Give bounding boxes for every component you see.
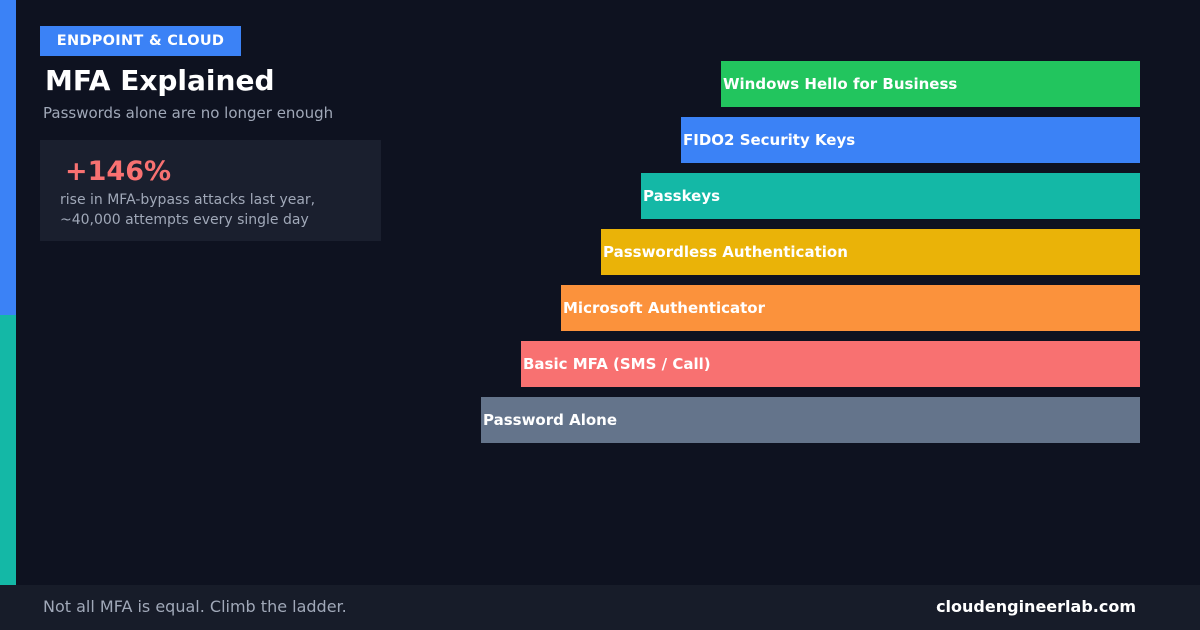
ladder-rung-label: Passwordless Authentication xyxy=(603,243,848,261)
ladder-rung-label: FIDO2 Security Keys xyxy=(683,131,856,149)
mfa-ladder: Windows Hello for Business FIDO2 Securit… xyxy=(0,0,1200,630)
ladder-rung-authenticator: Microsoft Authenticator xyxy=(561,285,1140,331)
footer-site-link[interactable]: cloudengineerlab.com xyxy=(936,597,1136,616)
ladder-rung-label: Passkeys xyxy=(643,187,721,205)
ladder-rung-passkeys: Passkeys xyxy=(641,173,1140,219)
ladder-rung-label: Microsoft Authenticator xyxy=(563,299,766,317)
ladder-rung-label: Password Alone xyxy=(483,411,617,429)
footer-tagline: Not all MFA is equal. Climb the ladder. xyxy=(43,597,347,616)
footer: Not all MFA is equal. Climb the ladder. … xyxy=(0,585,1200,630)
ladder-rung-label: Basic MFA (SMS / Call) xyxy=(523,355,711,373)
ladder-rung-fido2: FIDO2 Security Keys xyxy=(681,117,1140,163)
ladder-rung-windows-hello: Windows Hello for Business xyxy=(721,61,1140,107)
ladder-rung-passwordless: Passwordless Authentication xyxy=(601,229,1140,275)
ladder-rung-password-alone: Password Alone xyxy=(481,397,1140,443)
ladder-rung-label: Windows Hello for Business xyxy=(723,75,958,93)
ladder-rung-basic-mfa: Basic MFA (SMS / Call) xyxy=(521,341,1140,387)
